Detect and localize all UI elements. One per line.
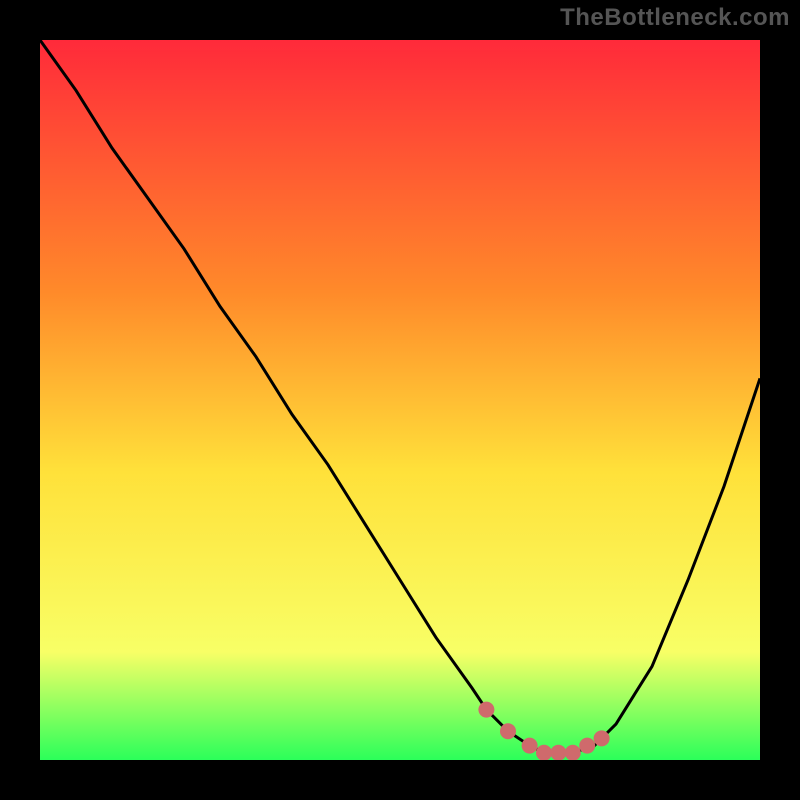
watermark-text: TheBottleneck.com	[560, 4, 790, 32]
bottleneck-plot	[40, 40, 760, 760]
optimal-marker	[579, 738, 595, 754]
gradient-background	[40, 40, 760, 760]
optimal-marker	[522, 738, 538, 754]
chart-frame: TheBottleneck.com	[0, 0, 800, 800]
optimal-marker	[478, 702, 494, 718]
optimal-marker	[594, 730, 610, 746]
plot-area	[40, 40, 760, 760]
optimal-marker	[500, 723, 516, 739]
